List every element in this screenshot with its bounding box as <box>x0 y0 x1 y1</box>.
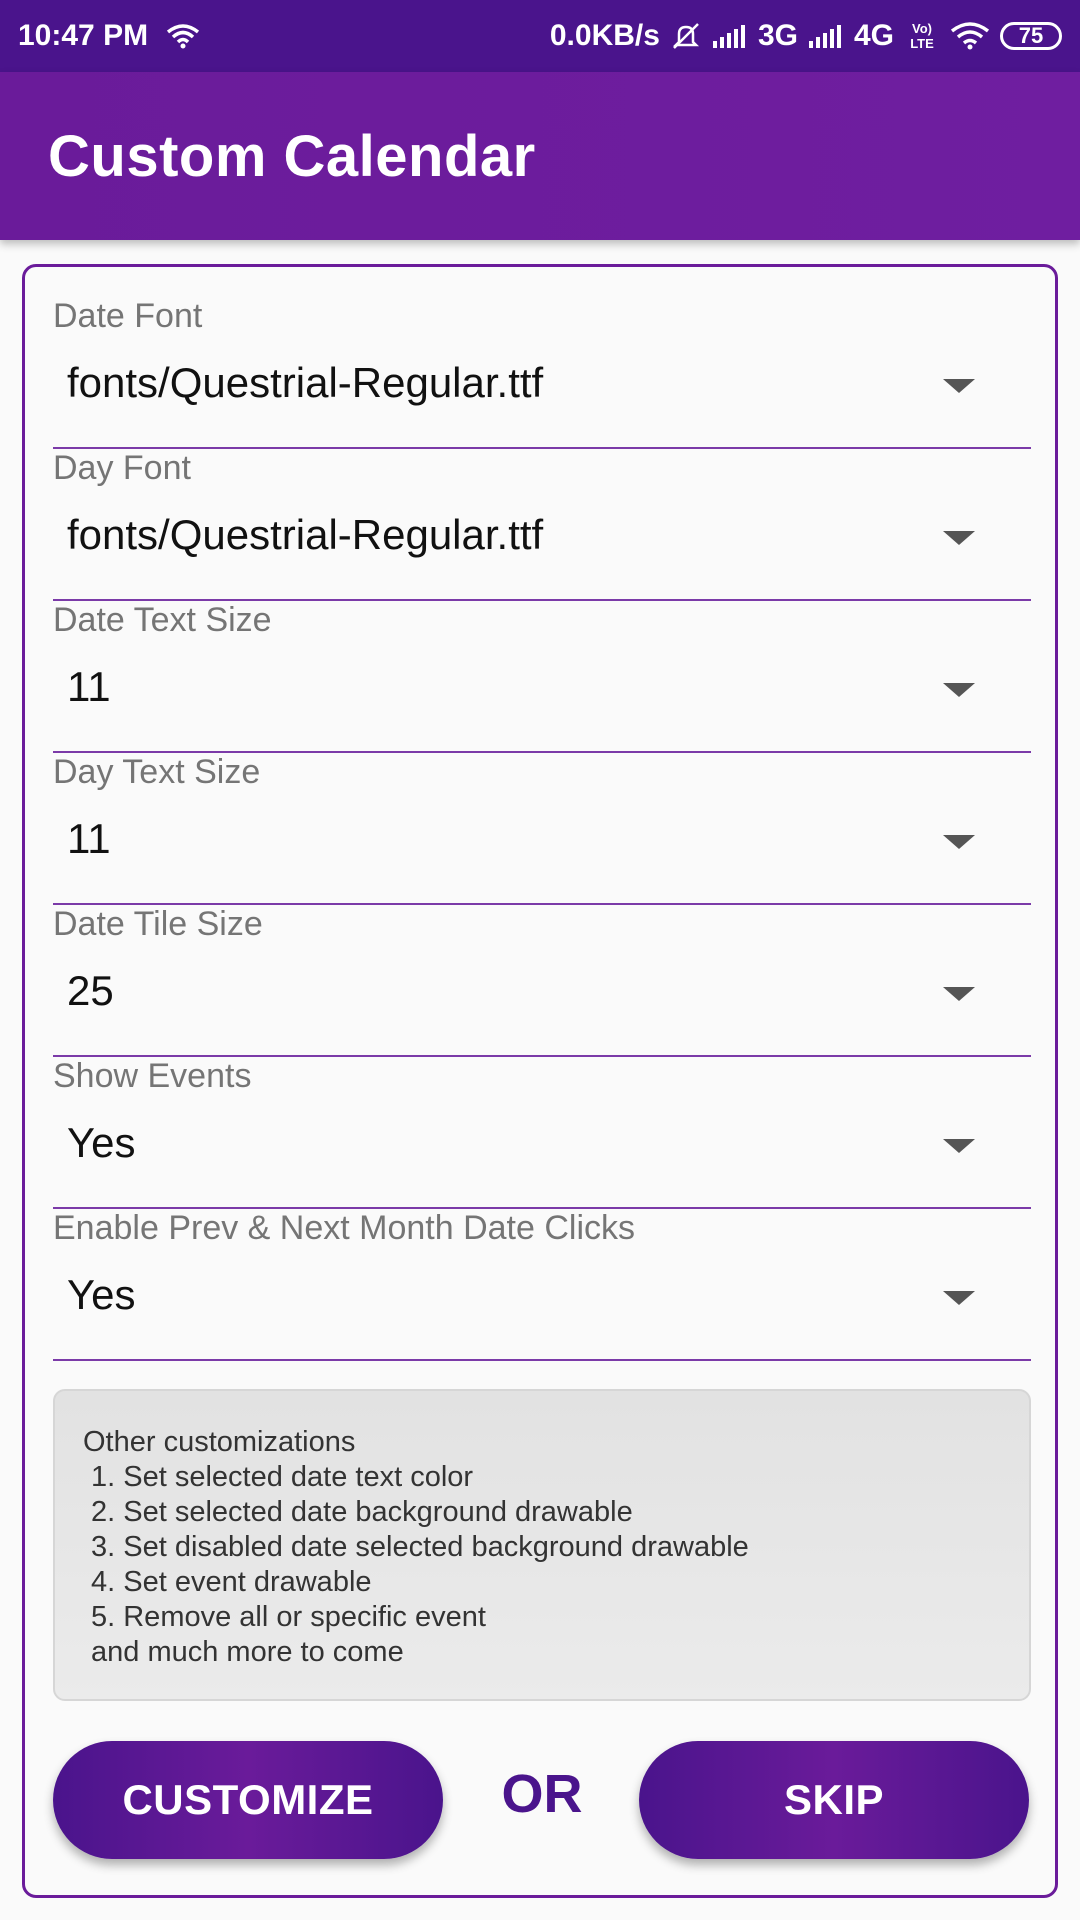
date-tile-size-label: Date Tile Size <box>53 905 263 943</box>
date-tile-size-dropdown[interactable]: 25 <box>53 957 1031 1057</box>
month-date-clicks-value: Yes <box>67 1271 136 1318</box>
info-heading: Other customizations <box>83 1426 356 1458</box>
customize-button[interactable]: CUSTOMIZE <box>53 1741 443 1859</box>
day-text-size-label: Day Text Size <box>53 753 261 791</box>
dropdown-arrow-icon <box>943 1291 975 1305</box>
status-bar: 10:47 PM 0.0KB/s 3G 4G Vo) LTE 75 <box>0 0 1080 72</box>
or-separator: OR <box>501 1764 583 1824</box>
show-events-value: Yes <box>67 1119 136 1166</box>
day-text-size-dropdown[interactable]: 11 <box>53 805 1031 905</box>
signal-icon <box>808 23 844 49</box>
dropdown-arrow-icon <box>943 531 975 545</box>
date-tile-size-value: 25 <box>67 967 114 1014</box>
day-font-dropdown[interactable]: fonts/Questrial-Regular.ttf <box>53 501 1031 601</box>
wifi-icon <box>950 21 990 51</box>
info-item: 2. Set selected date background drawable <box>91 1496 633 1528</box>
app-bar: Custom Calendar <box>0 72 1080 240</box>
date-text-size-label: Date Text Size <box>53 601 272 639</box>
info-item: 3. Set disabled date selected background… <box>91 1531 749 1563</box>
day-font-value: fonts/Questrial-Regular.ttf <box>67 511 544 558</box>
show-events-dropdown[interactable]: Yes <box>53 1109 1031 1209</box>
volte-icon: Vo) LTE <box>904 20 940 52</box>
svg-text:Vo): Vo) <box>912 21 932 36</box>
date-font-field: Date Font fonts/Questrial-Regular.ttf <box>53 297 1031 449</box>
date-font-value: fonts/Questrial-Regular.ttf <box>67 359 544 406</box>
day-font-label: Day Font <box>53 449 191 487</box>
info-item: 1. Set selected date text color <box>91 1461 474 1493</box>
date-text-size-value: 11 <box>67 663 111 710</box>
day-text-size-field: Day Text Size 11 <box>53 753 1031 905</box>
date-font-label: Date Font <box>53 297 203 335</box>
dropdown-arrow-icon <box>943 1139 975 1153</box>
skip-button[interactable]: SKIP <box>639 1741 1029 1859</box>
svg-text:LTE: LTE <box>910 36 934 51</box>
show-events-label: Show Events <box>53 1057 252 1095</box>
date-tile-size-field: Date Tile Size 25 <box>53 905 1031 1057</box>
network-4g: 4G <box>853 19 894 52</box>
month-date-clicks-dropdown[interactable]: Yes <box>53 1261 1031 1361</box>
page-title: Custom Calendar <box>48 123 536 189</box>
info-item: 4. Set event drawable <box>91 1566 372 1598</box>
date-text-size-field: Date Text Size 11 <box>53 601 1031 753</box>
customizations-info-box: Other customizations 1. Set selected dat… <box>53 1389 1031 1701</box>
dropdown-arrow-icon <box>943 835 975 849</box>
show-events-field: Show Events Yes <box>53 1057 1031 1209</box>
month-date-clicks-label: Enable Prev & Next Month Date Clicks <box>53 1209 636 1247</box>
signal-icon <box>712 23 748 49</box>
date-text-size-dropdown[interactable]: 11 <box>53 653 1031 753</box>
status-right: 0.0KB/s 3G 4G Vo) LTE 75 <box>550 19 1062 53</box>
dropdown-arrow-icon <box>943 379 975 393</box>
info-footer: and much more to come <box>91 1636 404 1668</box>
status-time: 10:47 PM <box>18 19 149 52</box>
month-date-clicks-field: Enable Prev & Next Month Date Clicks Yes <box>53 1209 1031 1361</box>
dropdown-arrow-icon <box>943 987 975 1001</box>
settings-card: Date Font fonts/Questrial-Regular.ttf Da… <box>22 264 1058 1898</box>
date-font-dropdown[interactable]: fonts/Questrial-Regular.ttf <box>53 349 1031 449</box>
network-3g: 3G <box>757 19 798 52</box>
day-font-field: Day Font fonts/Questrial-Regular.ttf <box>53 449 1031 601</box>
battery-icon: 75 <box>1000 22 1062 50</box>
mute-icon <box>670 20 702 52</box>
day-text-size-value: 11 <box>67 815 111 862</box>
wifi-icon <box>166 22 200 50</box>
battery-level: 75 <box>1018 23 1044 48</box>
status-left: 10:47 PM <box>18 19 200 53</box>
dropdown-arrow-icon <box>943 683 975 697</box>
info-item: 5. Remove all or specific event <box>91 1601 486 1633</box>
network-speed: 0.0KB/s <box>549 19 660 52</box>
